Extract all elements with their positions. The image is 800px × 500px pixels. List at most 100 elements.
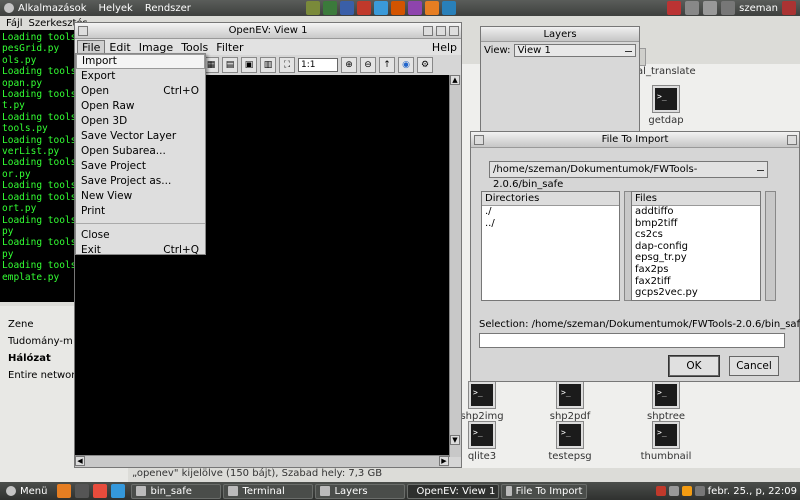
main-menu-button[interactable]: Menü <box>2 484 51 499</box>
print-icon[interactable]: ▣ <box>241 57 257 73</box>
task-label: OpenEV: View 1 <box>416 485 496 497</box>
clock[interactable]: febr. 25., p, 22:09 <box>708 486 797 497</box>
presentation-icon[interactable] <box>357 1 371 15</box>
firefox-icon[interactable] <box>425 1 439 15</box>
fit-icon[interactable]: ⛶ <box>279 57 295 73</box>
zoom-out-icon[interactable]: ⊖ <box>360 57 376 73</box>
network-icon[interactable] <box>442 1 456 15</box>
maximize-icon[interactable] <box>436 26 446 36</box>
media-icon[interactable] <box>391 1 405 15</box>
menu-item-print[interactable]: Print <box>76 204 205 219</box>
menu-item-export[interactable]: Export <box>76 69 205 84</box>
writer-icon[interactable] <box>340 1 354 15</box>
menu-item-open-raw[interactable]: Open Raw <box>76 99 205 114</box>
taskbar-item-terminal[interactable]: Terminal <box>223 483 314 499</box>
layers-titlebar[interactable]: Layers <box>481 27 639 42</box>
keyboard-icon[interactable] <box>685 1 700 15</box>
menu-item-close[interactable]: Close <box>76 228 205 243</box>
layer-tool-icon[interactable]: ⚙ <box>417 57 433 73</box>
notification-icon[interactable] <box>681 486 692 496</box>
menu-filter[interactable]: Filter <box>212 41 247 54</box>
horizontal-scrollbar[interactable]: ◀ ▶ <box>75 455 449 467</box>
logout-icon[interactable] <box>782 1 796 15</box>
dialog-titlebar[interactable]: File To Import <box>471 132 799 148</box>
directory-item[interactable]: ./ <box>482 206 619 218</box>
menu-item-import[interactable]: Import <box>76 54 205 69</box>
scroll-left-icon[interactable]: ◀ <box>75 456 85 466</box>
grid-icon[interactable]: ▥ <box>260 57 276 73</box>
files-scrollbar[interactable] <box>765 191 776 301</box>
file-item[interactable]: cs2cs <box>632 229 760 241</box>
file-item[interactable]: gcps2vec.py <box>632 287 760 299</box>
network-icon[interactable] <box>668 486 679 496</box>
menu-item-save-project[interactable]: Save Project <box>76 159 205 174</box>
window-menu-icon[interactable] <box>474 135 484 145</box>
files-list[interactable]: Files addtiffo bmp2tiff cs2cs dap-config eps… <box>631 191 761 301</box>
close-icon[interactable] <box>449 26 459 36</box>
directory-item[interactable]: ../ <box>482 218 619 230</box>
skype-icon[interactable] <box>374 1 388 15</box>
file-icon-shp2pdf[interactable]: >_ shp2pdf <box>540 382 600 422</box>
places-menu[interactable]: Helyek <box>99 3 133 14</box>
file-item[interactable]: bmp2tiff <box>632 218 760 230</box>
zoom-field[interactable]: 1:1 <box>298 58 338 72</box>
launcher-icon[interactable] <box>93 484 108 498</box>
taskbar-item-openev[interactable]: OpenEV: View 1 <box>407 483 500 499</box>
terminal-menu-file[interactable]: Fájl <box>6 18 23 29</box>
power-icon[interactable] <box>667 1 682 15</box>
globe-icon[interactable]: ◉ <box>398 57 414 73</box>
scroll-down-icon[interactable]: ▼ <box>450 435 460 445</box>
system-menu[interactable]: Rendszer <box>145 3 191 14</box>
menu-tools[interactable]: Tools <box>177 41 212 54</box>
file-icon-getdap[interactable]: >_ getdap <box>636 86 696 126</box>
directories-list[interactable]: Directories ./../ <box>481 191 620 301</box>
file-item[interactable]: addtiffo <box>632 206 760 218</box>
scroll-right-icon[interactable]: ▶ <box>439 456 449 466</box>
window-menu-icon[interactable] <box>78 26 88 36</box>
view-select[interactable]: View 1 <box>513 44 636 57</box>
menu-item-open-subarea[interactable]: Open Subarea... <box>76 144 205 159</box>
menu-item-open[interactable]: Open Ctrl+O <box>76 84 205 99</box>
scroll-up-icon[interactable]: ▲ <box>450 75 460 85</box>
menu-item-exit[interactable]: Exit Ctrl+Q <box>76 243 205 258</box>
menu-item-save-project-as[interactable]: Save Project as... <box>76 174 205 189</box>
taskbar-item-bin-safe[interactable]: bin_safe <box>131 483 222 499</box>
taskbar-item-layers[interactable]: Layers <box>315 483 406 499</box>
taskbar-item-file-to-import[interactable]: File To Import <box>501 483 588 499</box>
launcher-icon[interactable] <box>111 484 126 498</box>
menu-item-new-view[interactable]: New View <box>76 189 205 204</box>
vertical-scrollbar[interactable]: ▲ ▼ <box>449 75 461 457</box>
selection-input[interactable] <box>479 333 785 348</box>
update-icon[interactable] <box>655 486 666 496</box>
pointer-icon[interactable]: ↑ <box>379 57 395 73</box>
display-icon[interactable] <box>703 1 718 15</box>
split-icon[interactable]: ▤ <box>222 57 238 73</box>
user-name[interactable]: szeman <box>739 3 778 14</box>
file-item[interactable]: fax2tiff <box>632 276 760 288</box>
spreadsheet-icon[interactable] <box>323 1 337 15</box>
ok-button[interactable]: OK <box>669 356 719 376</box>
menu-image[interactable]: Image <box>135 41 177 54</box>
path-dropdown[interactable]: /home/szeman/Dokumentumok/FWTools-2.0.6/… <box>489 161 768 190</box>
zoom-in-icon[interactable]: ⊕ <box>341 57 357 73</box>
file-item[interactable]: dap-config <box>632 241 760 253</box>
close-icon[interactable] <box>787 135 797 145</box>
openev-titlebar[interactable]: OpenEV: View 1 <box>75 23 461 39</box>
file-icon-testepsg[interactable]: >_ testepsg <box>540 422 600 462</box>
launcher-icon[interactable] <box>75 484 90 498</box>
file-icon-shptree[interactable]: >_ shptree <box>636 382 696 422</box>
launcher-icon[interactable] <box>57 484 72 498</box>
calculator-icon[interactable] <box>306 1 320 15</box>
cancel-button[interactable]: Cancel <box>729 356 779 376</box>
menu-item-save-vector-layer[interactable]: Save Vector Layer <box>76 129 205 144</box>
applications-menu[interactable]: Alkalmazások <box>4 3 87 14</box>
menu-help[interactable]: Help <box>428 41 461 54</box>
file-icon-thumbnail[interactable]: >_ thumbnail <box>636 422 696 462</box>
menu-edit[interactable]: Edit <box>105 41 134 54</box>
minimize-icon[interactable] <box>423 26 433 36</box>
file-item[interactable]: epsg_tr.py <box>632 252 760 264</box>
volume-icon[interactable] <box>694 486 705 496</box>
file-item[interactable]: fax2ps <box>632 264 760 276</box>
menu-item-open-3d[interactable]: Open 3D <box>76 114 205 129</box>
pdf-icon[interactable] <box>408 1 422 15</box>
